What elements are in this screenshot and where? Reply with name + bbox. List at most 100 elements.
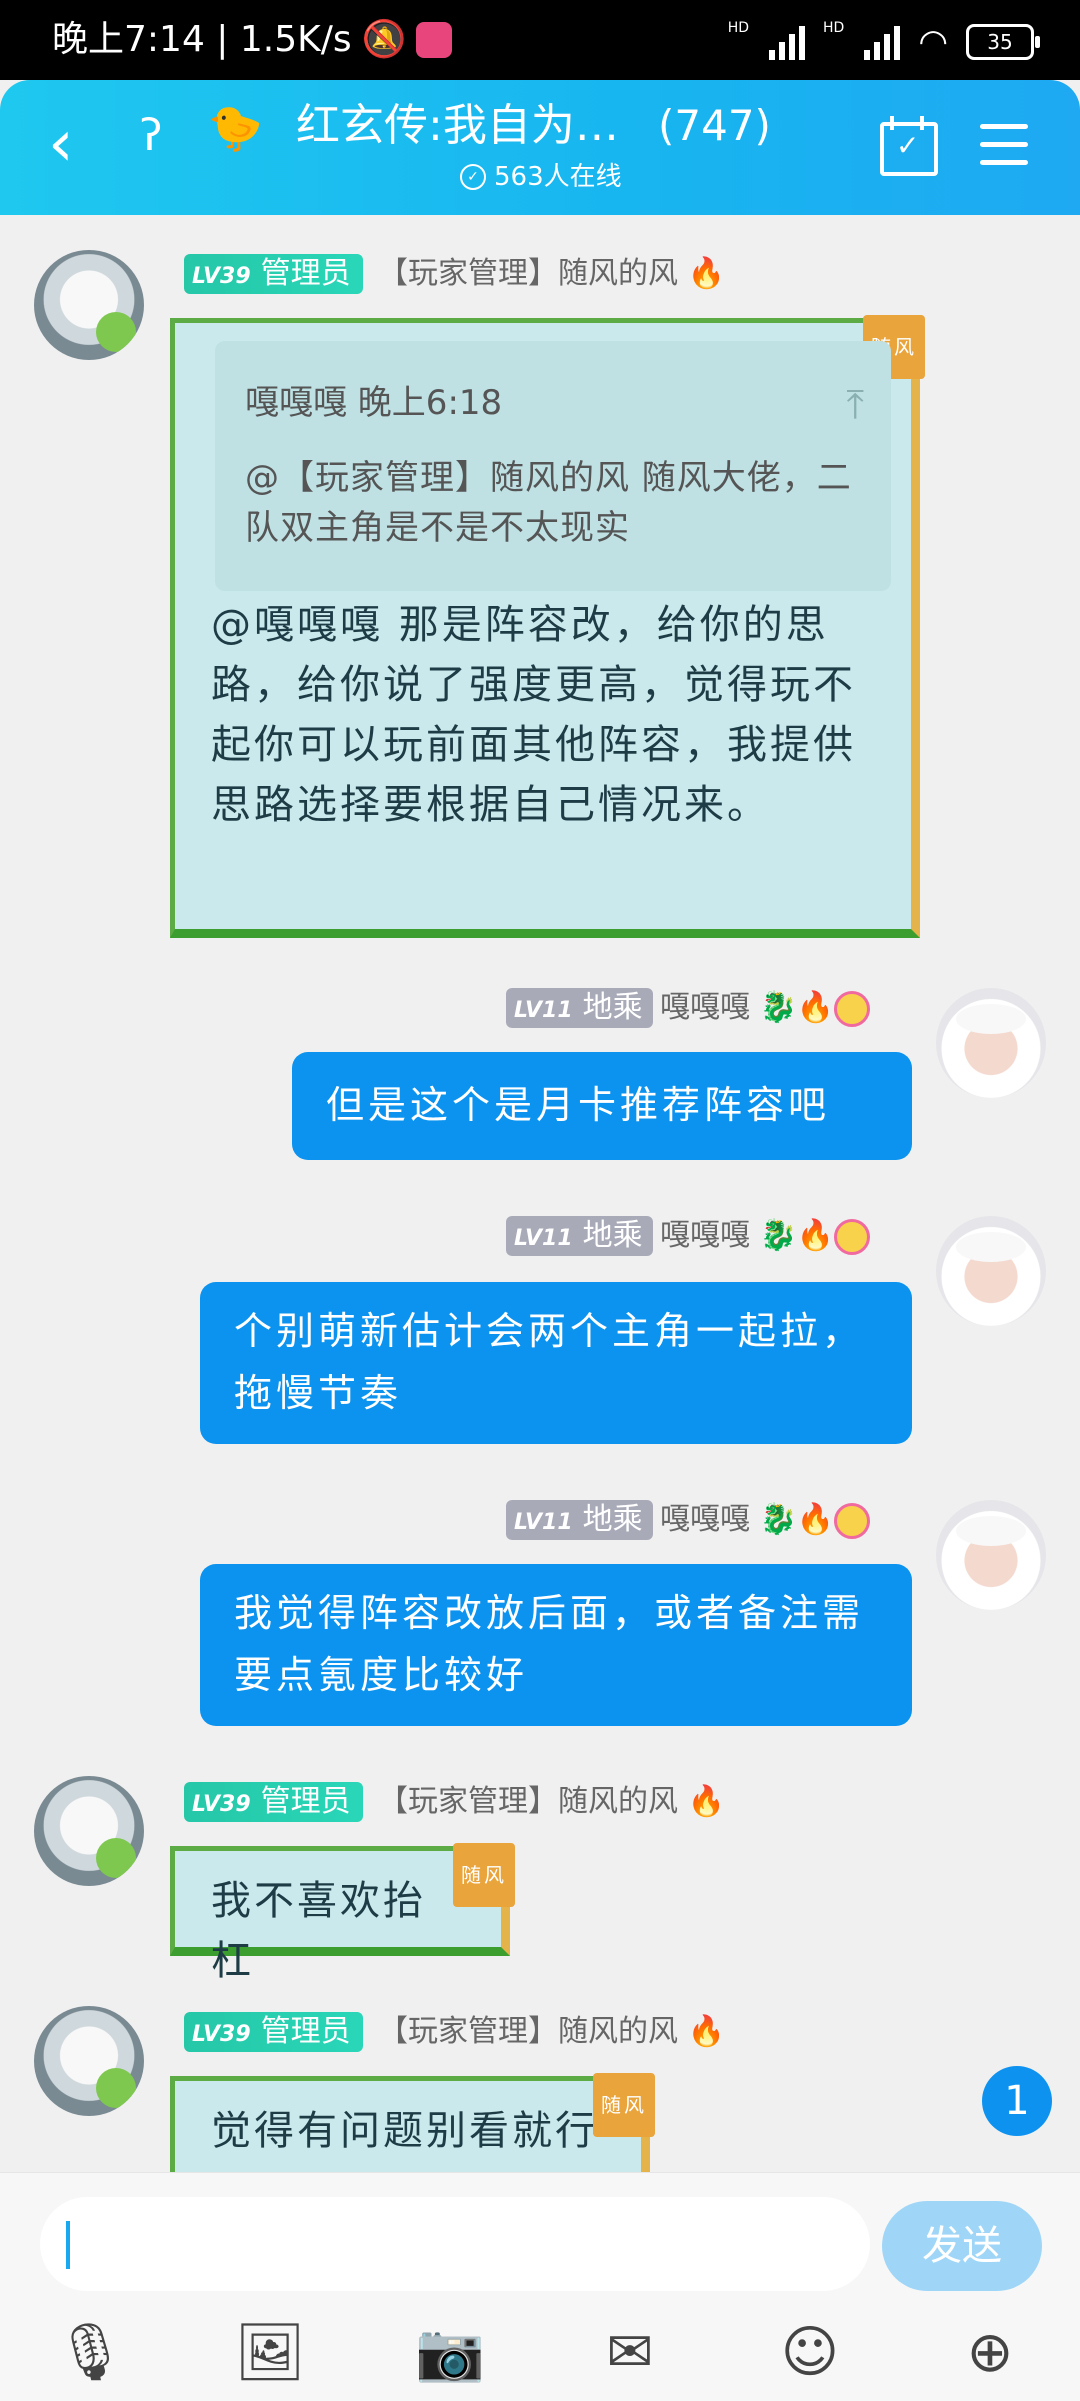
- level-badge: LV39 管理员: [184, 1782, 363, 1822]
- message-text: 我觉得阵容改放后面，或者备注需要点氪度比较好: [234, 1591, 865, 1697]
- image-icon[interactable]: 🖼: [230, 2313, 310, 2393]
- quote-text: @【玩家管理】随风的风 随风大佬，二队双主角是不是不太现实: [245, 458, 852, 548]
- back-icon[interactable]: ‹: [48, 112, 74, 176]
- flame-icon: 🔥: [796, 1502, 835, 1537]
- role-text: 管理员: [260, 2014, 351, 2049]
- sender-name-text: 嘎嘎嘎: [660, 1218, 750, 1253]
- wifi-icon: ◠: [918, 22, 948, 62]
- menu-icon[interactable]: [980, 124, 1028, 165]
- sender-name[interactable]: 【玩家管理】随风的风 🔥: [378, 1782, 725, 1822]
- flame-icon: 🔥: [796, 1218, 835, 1253]
- message-input[interactable]: [40, 2197, 870, 2291]
- smile-badge-icon: [834, 990, 871, 1027]
- quote-author-time: 嘎嘎嘎 晚上6:18: [245, 383, 503, 423]
- emoji-icon[interactable]: ☺: [770, 2313, 850, 2393]
- sender-name-text: 【玩家管理】随风的风: [378, 256, 678, 291]
- level-badge: LV11 地乘: [506, 1216, 653, 1256]
- sender-name-text: 【玩家管理】随风的风: [378, 2014, 678, 2049]
- battery-level: 35: [987, 30, 1013, 54]
- send-button[interactable]: 发送: [882, 2201, 1042, 2291]
- level-text: LV39: [192, 2022, 251, 2047]
- message-bubble[interactable]: 个别萌新估计会两个主角一起拉，拖慢节奏: [200, 1282, 912, 1444]
- chat-header: ‹ ʔ 🐤 红玄传:我自为… (747) ✓ 563人在线 ✓: [0, 80, 1080, 215]
- level-badge: LV11 地乘: [506, 988, 653, 1028]
- flame-icon: 🔥: [687, 256, 725, 291]
- message-bubble[interactable]: 随风 嘎嘎嘎 晚上6:18 ⤒ @【玩家管理】随风的风 随风大佬，二队双主角是不…: [170, 315, 925, 938]
- level-text: LV11: [514, 1226, 573, 1251]
- app-notification-icon: [416, 22, 453, 58]
- hd-icon: HD: [823, 20, 845, 36]
- role-text: 管理员: [260, 1784, 351, 1819]
- role-text: 管理员: [260, 256, 351, 291]
- role-text: 地乘: [582, 990, 643, 1025]
- flame-icon: 🔥: [796, 990, 835, 1025]
- sender-name-text: 嘎嘎嘎: [660, 1502, 750, 1537]
- toolbar: 🎙 🖼 📷 ✉ ☺ ⊕: [0, 2313, 1080, 2393]
- battery-icon: 35: [966, 24, 1040, 60]
- online-count: ✓ 563人在线: [460, 160, 622, 194]
- level-badge: LV39 管理员: [184, 2012, 363, 2052]
- hd-icon: HD: [727, 20, 750, 36]
- sender-name[interactable]: 嘎嘎嘎 🐉🔥: [660, 1216, 871, 1256]
- avatar[interactable]: [34, 2006, 144, 2116]
- message-text: 个别萌新估计会两个主角一起拉，拖慢节奏: [234, 1309, 865, 1415]
- flame-icon: 🔥: [687, 1784, 725, 1819]
- calendar-icon[interactable]: ✓: [880, 116, 938, 176]
- avatar[interactable]: [936, 1216, 1046, 1326]
- flame-icon: 🔥: [687, 2014, 725, 2049]
- sender-name[interactable]: 嘎嘎嘎 🐉🔥: [660, 988, 871, 1028]
- avatar[interactable]: [34, 1776, 144, 1886]
- message-bubble[interactable]: 随风 我不喜欢抬杠: [170, 1843, 515, 1984]
- sender-name-text: 【玩家管理】随风的风: [378, 1784, 678, 1819]
- sender-name[interactable]: 【玩家管理】随风的风 🔥: [378, 2012, 725, 2052]
- level-text: LV39: [192, 1792, 251, 1817]
- plus-icon[interactable]: ⊕: [950, 2313, 1030, 2393]
- signal-icon: [864, 24, 901, 60]
- avatar[interactable]: [936, 988, 1046, 1098]
- sender-name[interactable]: 嘎嘎嘎 🐉🔥: [660, 1500, 871, 1540]
- level-text: LV39: [192, 264, 251, 289]
- sender-name-text: 嘎嘎嘎: [660, 990, 750, 1025]
- message-text: 但是这个是月卡推荐阵容吧: [326, 1083, 831, 1127]
- bubble-tag: 随风: [593, 2073, 655, 2137]
- dragon-icon: 🐉: [759, 1218, 797, 1253]
- smile-badge-icon: [834, 1218, 871, 1255]
- online-icon: ✓: [460, 164, 486, 190]
- group-title[interactable]: 红玄传:我自为…: [296, 98, 619, 154]
- bubble-tag: 随风: [453, 1843, 515, 1907]
- red-packet-icon[interactable]: ✉: [590, 2313, 670, 2393]
- message-text: 我不喜欢抬杠: [211, 1878, 426, 1984]
- dragon-icon: 🐉: [759, 990, 797, 1025]
- quoted-message[interactable]: 嘎嘎嘎 晚上6:18 ⤒ @【玩家管理】随风的风 随风大佬，二队双主角是不是不太…: [215, 341, 891, 591]
- input-bar: 发送 🎙 🖼 📷 ✉ ☺ ⊕: [0, 2172, 1080, 2401]
- signal-icon: [769, 24, 806, 60]
- level-badge: LV39 管理员: [184, 254, 363, 294]
- role-text: 地乘: [582, 1218, 643, 1253]
- message-bubble[interactable]: 我觉得阵容改放后面，或者备注需要点氪度比较好: [200, 1564, 912, 1726]
- scroll-to-top-icon[interactable]: ⤒: [846, 375, 867, 435]
- mic-icon[interactable]: 🎙: [50, 2313, 130, 2393]
- level-text: LV11: [514, 998, 573, 1023]
- camera-icon[interactable]: 📷: [410, 2313, 490, 2393]
- sender-name[interactable]: 【玩家管理】随风的风 🔥: [378, 254, 725, 294]
- message-bubble[interactable]: 但是这个是月卡推荐阵容吧: [292, 1052, 912, 1160]
- level-badge: LV11 地乘: [506, 1500, 653, 1540]
- message-bubble[interactable]: 随风 觉得有问题别看就行: [170, 2073, 655, 2186]
- status-bar: 晚上7:14 | 1.5K/s 🔕 HD HD ◠ 35: [0, 0, 1080, 80]
- smile-badge-icon: [834, 1502, 871, 1539]
- avatar[interactable]: [34, 250, 144, 360]
- message-text: 觉得有问题别看就行: [211, 2108, 598, 2154]
- avatar[interactable]: [936, 1500, 1046, 1610]
- online-text: 563人在线: [494, 162, 622, 192]
- level-text: LV11: [514, 1510, 573, 1535]
- unread-badge[interactable]: 1: [982, 2066, 1052, 2136]
- ear-icon[interactable]: ʔ: [140, 110, 162, 161]
- status-time-speed: 晚上7:14 | 1.5K/s: [52, 19, 352, 60]
- dragon-icon: 🐉: [759, 1502, 797, 1537]
- status-right: HD HD ◠ 35: [727, 20, 1040, 62]
- status-left: 晚上7:14 | 1.5K/s 🔕: [52, 18, 453, 62]
- message-text: @嘎嘎嘎 那是阵容改，给你的思路，给你说了强度更高，觉得玩不起你可以玩前面其他阵…: [211, 602, 856, 828]
- group-avatar-icon: 🐤: [208, 103, 263, 154]
- role-text: 地乘: [582, 1502, 643, 1537]
- text-caret: [66, 2221, 70, 2269]
